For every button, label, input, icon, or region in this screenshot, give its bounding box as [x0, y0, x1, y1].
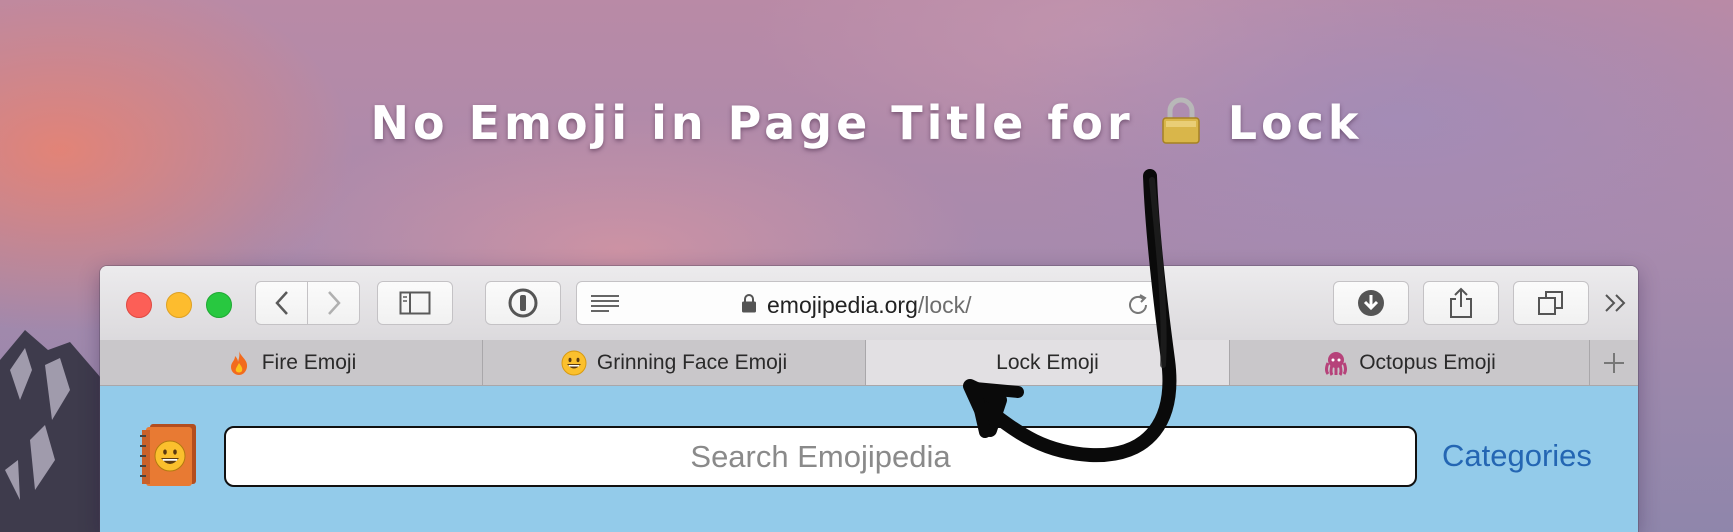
- share-icon: [1450, 287, 1472, 318]
- search-input[interactable]: [224, 426, 1417, 487]
- tab-fire-emoji[interactable]: Fire Emoji: [100, 340, 483, 385]
- plus-icon: [1604, 352, 1624, 373]
- chevron-right-icon: [327, 291, 341, 315]
- tab-label: Grinning Face Emoji: [596, 350, 788, 374]
- tab-label: Fire Emoji: [261, 350, 357, 374]
- share-button[interactable]: [1423, 281, 1499, 325]
- zoom-button[interactable]: [206, 292, 232, 318]
- tab-label: Lock Emoji: [996, 350, 1099, 374]
- fire-icon: [230, 350, 247, 375]
- octopus-icon: [1325, 351, 1348, 376]
- tab-bar: Fire Emoji Grinning Face Emoji Lock Emoj…: [100, 340, 1638, 386]
- chevron-left-icon: [274, 291, 288, 315]
- forward-button[interactable]: [307, 281, 360, 325]
- sidebar-button[interactable]: [377, 281, 453, 325]
- tab-label: Octopus Emoji: [1359, 350, 1496, 374]
- url-domain: emojipedia.org: [767, 292, 918, 318]
- password-keyhole-icon: [508, 288, 538, 318]
- download-icon: [1358, 290, 1384, 316]
- minimize-button[interactable]: [166, 292, 192, 318]
- close-button[interactable]: [126, 292, 152, 318]
- new-tab-button[interactable]: [1590, 340, 1638, 385]
- secure-lock-icon: [742, 294, 756, 313]
- toolbar: emojipedia.org/lock/: [100, 266, 1638, 341]
- password-manager-button[interactable]: [485, 281, 561, 325]
- emojipedia-logo-icon[interactable]: [140, 422, 198, 488]
- headline: No Emoji in Page Title for Lock: [0, 96, 1733, 156]
- lock-icon: [1160, 97, 1202, 156]
- tab-grinning-face-emoji[interactable]: Grinning Face Emoji: [483, 340, 866, 385]
- emojipedia-header: Categories: [100, 386, 1638, 532]
- downloads-button[interactable]: [1333, 281, 1409, 325]
- grinning-face-icon: [561, 350, 587, 375]
- url-text: emojipedia.org/lock/: [767, 292, 972, 319]
- categories-link[interactable]: Categories: [1442, 438, 1592, 474]
- overflow-chevrons-icon[interactable]: [1604, 293, 1628, 313]
- headline-lock-word: Lock: [1227, 96, 1363, 150]
- reader-view-icon: [591, 295, 619, 312]
- address-bar[interactable]: emojipedia.org/lock/: [576, 281, 1162, 325]
- browser-window: emojipedia.org/lock/ Fire Emoji Grinning…: [100, 266, 1638, 532]
- headline-text: No Emoji in Page Title for: [370, 96, 1134, 150]
- tab-octopus-emoji[interactable]: Octopus Emoji: [1230, 340, 1590, 385]
- tab-overview-icon: [1538, 291, 1563, 315]
- tab-overview-button[interactable]: [1513, 281, 1589, 325]
- sidebar-icon: [399, 291, 431, 315]
- tab-lock-emoji[interactable]: Lock Emoji: [866, 340, 1230, 385]
- reload-icon[interactable]: [1125, 292, 1151, 318]
- back-button[interactable]: [255, 281, 308, 325]
- url-path: /lock/: [917, 292, 972, 318]
